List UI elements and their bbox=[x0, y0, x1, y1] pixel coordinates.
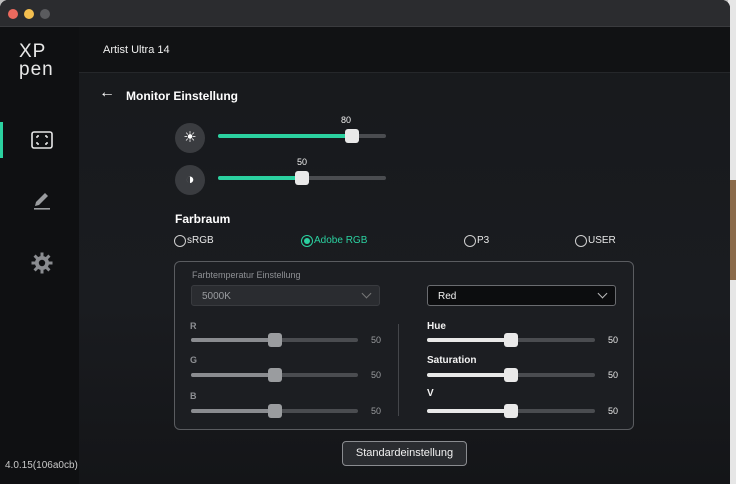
contrast-slider-fill bbox=[218, 176, 302, 180]
contrast-slider-thumb[interactable] bbox=[295, 171, 309, 185]
r-slider bbox=[191, 333, 358, 347]
zoom-window-button[interactable] bbox=[40, 9, 50, 19]
active-indicator bbox=[0, 122, 3, 158]
colorspace-title: Farbraum bbox=[175, 212, 231, 226]
brightness-icon: ☀ bbox=[175, 123, 205, 153]
channel-value: Red bbox=[438, 291, 457, 302]
v-slider[interactable] bbox=[427, 404, 595, 418]
radio-label: USER bbox=[588, 235, 616, 246]
v-value: 50 bbox=[608, 406, 619, 416]
temperature-dropdown: 5000K bbox=[191, 285, 380, 306]
b-slider-thumb bbox=[267, 404, 282, 418]
chevron-down-icon bbox=[361, 288, 372, 299]
contrast-slider[interactable] bbox=[218, 171, 386, 185]
g-slider-fill bbox=[191, 373, 275, 377]
saturation-slider-thumb[interactable] bbox=[504, 368, 518, 382]
close-window-button[interactable] bbox=[8, 9, 18, 19]
title-bar bbox=[0, 0, 730, 27]
contrast-value: 50 bbox=[297, 157, 308, 167]
sidebar-item-settings[interactable] bbox=[0, 245, 79, 281]
r-label: R bbox=[190, 321, 197, 331]
saturation-label: Saturation bbox=[427, 355, 477, 366]
hue-slider[interactable] bbox=[427, 333, 595, 347]
back-arrow-icon[interactable]: ← bbox=[99, 85, 115, 101]
panel-divider bbox=[398, 324, 399, 416]
saturation-slider[interactable] bbox=[427, 368, 595, 382]
brightness-slider-fill bbox=[218, 134, 353, 138]
brightness-slider-thumb[interactable] bbox=[345, 129, 360, 143]
reset-defaults-button[interactable]: Standardeinstellung bbox=[342, 441, 467, 466]
device-name: Artist Ultra 14 bbox=[103, 44, 170, 56]
color-temperature-panel: Farbtemperatur Einstellung 5000K Red R 5… bbox=[174, 261, 634, 430]
minimize-window-button[interactable] bbox=[24, 9, 34, 19]
device-header: Artist Ultra 14 bbox=[79, 27, 730, 73]
hue-slider-fill bbox=[427, 338, 511, 342]
radio-circle bbox=[464, 235, 476, 247]
chevron-down-icon bbox=[597, 288, 608, 299]
hue-slider-thumb[interactable] bbox=[504, 333, 518, 347]
b-value: 50 bbox=[371, 406, 382, 416]
radio-label: P3 bbox=[477, 235, 490, 246]
v-slider-thumb[interactable] bbox=[504, 404, 518, 418]
radio-circle bbox=[174, 235, 186, 247]
sidebar-item-pen[interactable] bbox=[0, 182, 79, 218]
pen-icon bbox=[34, 193, 50, 210]
r-value: 50 bbox=[371, 335, 382, 345]
sidebar: XP pen 4.0.15(106a0cb) bbox=[0, 27, 79, 484]
xppen-logo: XP pen bbox=[19, 41, 54, 80]
r-slider-thumb bbox=[267, 333, 282, 347]
saturation-slider-fill bbox=[427, 373, 511, 377]
b-label: B bbox=[190, 391, 197, 401]
radio-circle bbox=[575, 235, 587, 247]
radio-label: Adobe RGB bbox=[314, 235, 368, 246]
brightness-slider[interactable] bbox=[218, 129, 386, 143]
channel-dropdown[interactable]: Red bbox=[427, 285, 616, 306]
brightness-value: 80 bbox=[341, 115, 352, 125]
sidebar-item-display[interactable] bbox=[0, 122, 79, 158]
screen: XP pen 4.0.15(106a0cb) Artist Ultra 14 ←… bbox=[0, 0, 736, 484]
hue-value: 50 bbox=[608, 335, 619, 345]
r-slider-fill bbox=[191, 338, 275, 342]
g-value: 50 bbox=[371, 370, 382, 380]
v-label: V bbox=[427, 388, 434, 399]
b-slider bbox=[191, 404, 358, 418]
main-content: Artist Ultra 14 ← Monitor Einstellung ☀ … bbox=[79, 27, 730, 484]
radio-label: sRGB bbox=[187, 235, 214, 246]
g-label: G bbox=[190, 355, 198, 365]
g-slider bbox=[191, 368, 358, 382]
hue-label: Hue bbox=[427, 321, 446, 332]
g-slider-thumb bbox=[267, 368, 282, 382]
version-label: 4.0.15(106a0cb) bbox=[5, 460, 78, 471]
saturation-value: 50 bbox=[608, 370, 619, 380]
temperature-value: 5000K bbox=[202, 291, 231, 302]
contrast-icon: ◑ bbox=[175, 165, 205, 195]
gear-icon bbox=[31, 252, 53, 274]
v-slider-fill bbox=[427, 409, 511, 413]
app-window: XP pen 4.0.15(106a0cb) Artist Ultra 14 ←… bbox=[0, 0, 730, 484]
panel-title: Farbtemperatur Einstellung bbox=[192, 270, 301, 280]
radio-circle-selected bbox=[301, 235, 313, 247]
page-title: Monitor Einstellung bbox=[126, 89, 238, 103]
monitor-frame-icon bbox=[31, 131, 53, 149]
b-slider-fill bbox=[191, 409, 275, 413]
